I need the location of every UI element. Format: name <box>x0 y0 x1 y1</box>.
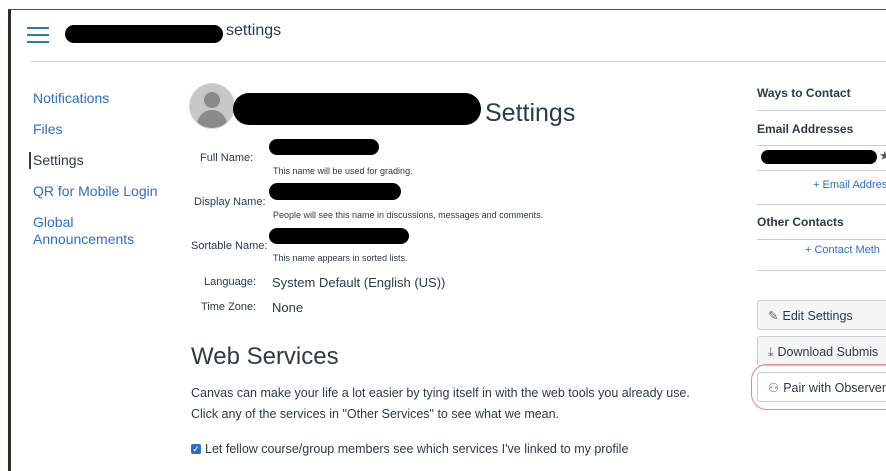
nav-global-announcements[interactable]: Global Announcements <box>33 214 163 248</box>
redacted-full-name <box>269 139 379 155</box>
redacted-sortable-name <box>269 228 409 244</box>
account-nav: Notifications Files Settings QR for Mobi… <box>29 90 163 262</box>
language-label: Language: <box>204 276 256 288</box>
share-services-option: ✓ Let fellow course/group members see wh… <box>191 442 628 456</box>
redacted-user-name <box>233 93 481 125</box>
add-email-link[interactable]: + Email Addres <box>813 179 886 191</box>
app-window: settings Notifications Files Settings QR… <box>8 9 886 471</box>
default-email-star-icon: ★ <box>879 148 886 164</box>
divider <box>757 270 886 271</box>
divider <box>757 239 886 240</box>
share-services-checkbox[interactable]: ✓ <box>191 444 201 454</box>
share-services-label: Let fellow course/group members see whic… <box>205 442 629 456</box>
pencil-icon: ✎ <box>768 309 779 323</box>
nav-qr-mobile-login[interactable]: QR for Mobile Login <box>33 183 163 200</box>
annotation-circle <box>751 364 886 410</box>
nav-settings[interactable]: Settings <box>29 152 163 169</box>
page-title: Settings <box>485 99 576 127</box>
edit-settings-button[interactable]: ✎ Edit Settings <box>757 300 886 330</box>
ways-to-contact-heading: Ways to Contact <box>757 86 851 100</box>
download-submissions-button[interactable]: ⤓ Download Submis <box>757 336 886 366</box>
hamburger-menu-icon[interactable] <box>27 27 49 48</box>
redacted-email <box>761 150 877 164</box>
language-value: System Default (English (US)) <box>272 275 446 290</box>
web-services-heading: Web Services <box>191 343 339 370</box>
redacted-display-name <box>269 183 401 200</box>
divider <box>757 204 886 205</box>
display-name-hint: People will see this name in discussions… <box>273 210 544 220</box>
divider <box>757 145 886 146</box>
email-addresses-heading: Email Addresses <box>757 122 854 136</box>
web-services-description-1: Canvas can make your life a lot easier b… <box>191 386 690 400</box>
divider <box>757 170 886 171</box>
avatar[interactable] <box>189 83 235 129</box>
sortable-name-label: Sortable Name: <box>191 240 268 252</box>
nav-files[interactable]: Files <box>33 121 163 138</box>
time-zone-label: Time Zone: <box>201 301 257 313</box>
divider <box>757 110 886 111</box>
add-contact-method-link[interactable]: + Contact Meth <box>805 244 880 256</box>
full-name-hint: This name will be used for grading. <box>273 166 413 176</box>
breadcrumb-current: settings <box>226 22 282 39</box>
sortable-name-hint: This name appears in sorted lists. <box>273 253 408 263</box>
web-services-description-2: Click any of the services in "Other Serv… <box>191 407 560 421</box>
display-name-label: Display Name: <box>194 196 266 208</box>
nav-notifications[interactable]: Notifications <box>33 90 163 107</box>
download-icon: ⤓ <box>768 345 774 359</box>
redacted-breadcrumb <box>65 25 223 43</box>
header-divider <box>31 61 886 62</box>
time-zone-value: None <box>272 300 304 315</box>
full-name-label: Full Name: <box>200 152 254 164</box>
other-contacts-heading: Other Contacts <box>757 215 844 229</box>
